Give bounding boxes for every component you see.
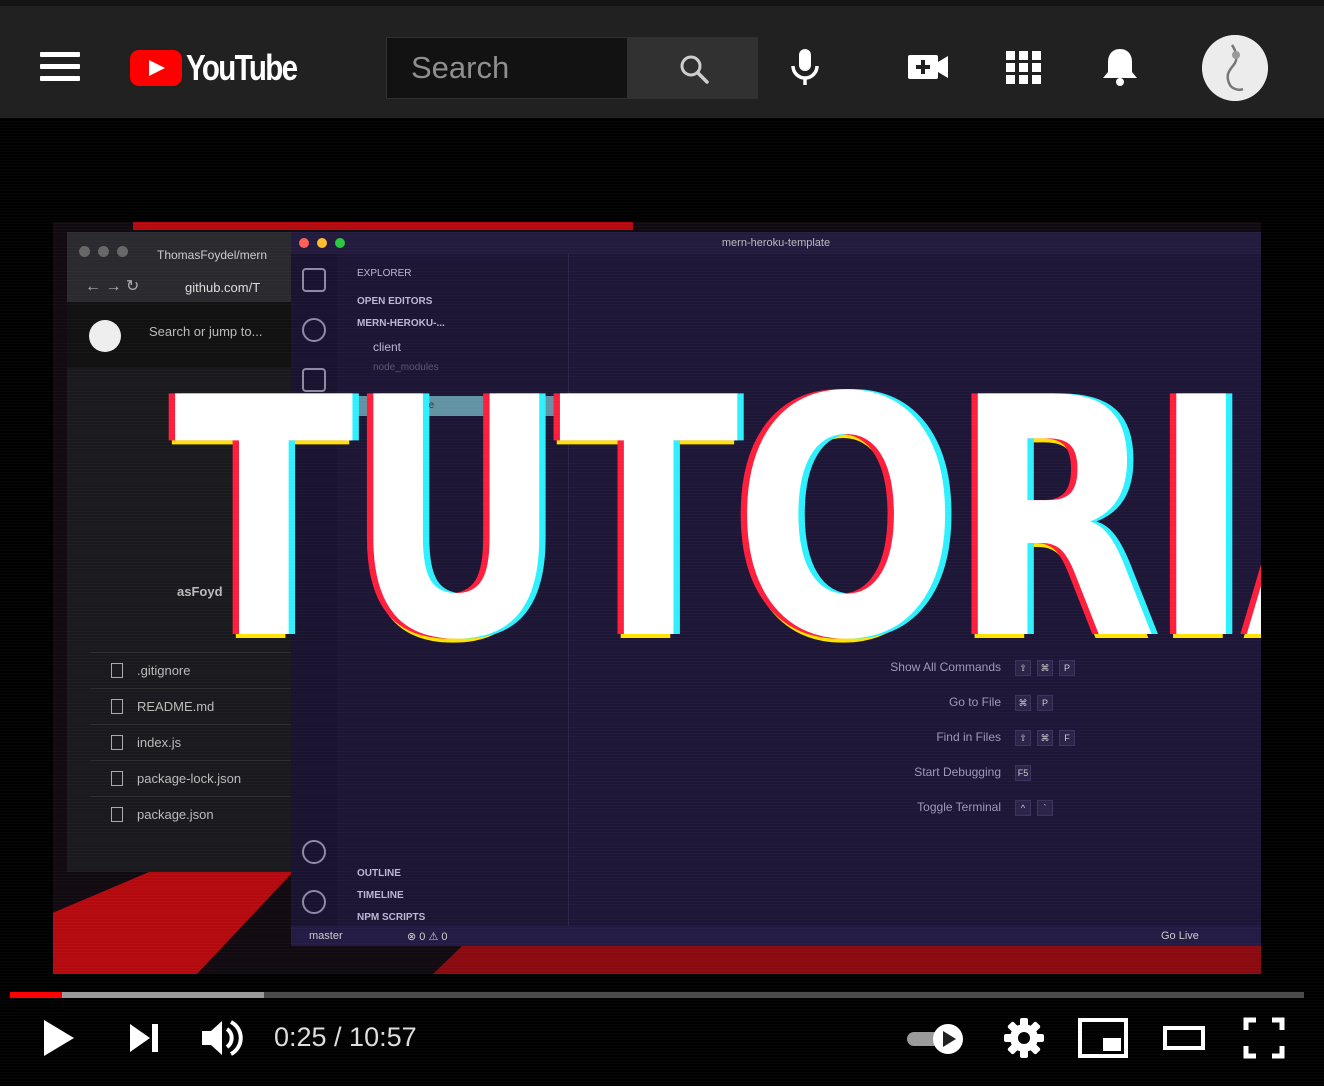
progress-bar[interactable] (10, 992, 1304, 998)
youtube-logo[interactable]: YouTube (130, 44, 321, 92)
account-icon (302, 840, 326, 864)
avatar-figure-icon (1202, 35, 1268, 101)
video-frame: ThomasFoydel/mern ← → ↻ github.com/T Sea… (53, 222, 1261, 974)
theater-mode-button[interactable] (1160, 1014, 1208, 1062)
shortcut-hint: Start Debugging F5 (914, 765, 1031, 781)
browser-url: github.com/T (185, 280, 261, 295)
autoplay-toggle[interactable] (904, 1014, 966, 1062)
search-box (386, 37, 628, 99)
miniplayer-icon (1078, 1018, 1128, 1058)
window-controls (79, 246, 128, 257)
git-branch: master (309, 930, 343, 942)
back-forward-icon: ← → ↻ (85, 278, 140, 295)
browser-tab-title: ThomasFoydel/mern (157, 248, 268, 262)
list-item: index.js (91, 724, 311, 760)
miniplayer-button[interactable] (1077, 1014, 1129, 1062)
time-display: 0:25 / 10:57 (274, 1022, 417, 1052)
skip-next-icon (130, 1024, 158, 1052)
autoplay-toggle-icon (907, 1024, 963, 1054)
next-button[interactable] (126, 1014, 166, 1062)
search-button[interactable] (628, 37, 758, 99)
logo-text: YouTube (186, 47, 298, 88)
red-accent-band (433, 942, 1261, 974)
create-video-icon (908, 55, 948, 79)
theater-mode-icon (1163, 1026, 1205, 1050)
red-accent-band (53, 872, 293, 974)
list-item: package-lock.json (91, 760, 311, 796)
avatar[interactable] (1202, 35, 1268, 101)
settings-gear-icon (302, 890, 326, 914)
shortcut-hint: Toggle Terminal ^ ` (917, 800, 1053, 816)
youtube-play-logo-icon (130, 50, 182, 86)
volume-button[interactable] (198, 1014, 246, 1062)
problems-count: ⊗ 0 ⚠ 0 (407, 931, 448, 943)
github-logo-icon (89, 320, 121, 352)
create-button[interactable] (905, 44, 951, 90)
browser-chrome: ThomasFoydel/mern ← → ↻ github.com/T (67, 232, 306, 302)
play-icon (44, 1020, 74, 1056)
volume-icon (202, 1020, 243, 1056)
menu-icon[interactable] (40, 52, 80, 82)
play-button[interactable] (40, 1014, 80, 1062)
tutorial-title-overlay: TUTORIAL (173, 328, 1261, 712)
npm-scripts-label: NPM SCRIPTS (357, 912, 426, 923)
open-editors-label: OPEN EDITORS (357, 296, 433, 307)
notifications-bell-icon (1103, 49, 1137, 86)
outline-label: OUTLINE (357, 868, 401, 879)
settings-button[interactable] (1000, 1014, 1048, 1062)
fullscreen-button[interactable] (1240, 1014, 1288, 1062)
progress-played (10, 992, 63, 998)
go-live-status: Go Live (1161, 930, 1199, 942)
list-item: package.json (91, 796, 311, 832)
red-accent-band (133, 222, 633, 230)
explorer-label: EXPLORER (357, 268, 412, 279)
editor-titlebar: mern-heroku-template (291, 232, 1261, 254)
editor-window-title: mern-heroku-template (721, 237, 831, 249)
video-player[interactable]: ThomasFoydel/mern ← → ↻ github.com/T Sea… (0, 118, 1324, 1086)
fullscreen-icon (1243, 1017, 1285, 1059)
apps-grid-icon (1006, 51, 1041, 84)
voice-search-button[interactable] (782, 44, 828, 90)
microphone-icon (791, 49, 819, 85)
explorer-icon (302, 268, 326, 292)
apps-button[interactable] (1001, 44, 1047, 90)
search-icon (680, 55, 709, 84)
editor-statusbar: master ⊗ 0 ⚠ 0 Go Live (291, 926, 1261, 946)
masthead: YouTube (0, 0, 1324, 118)
shortcut-hint: Find in Files ⇧ ⌘ F (936, 730, 1075, 746)
search-input[interactable] (387, 38, 627, 98)
timeline-label: TIMELINE (357, 890, 404, 901)
notifications-button[interactable] (1097, 44, 1143, 90)
settings-gear-icon (1004, 1018, 1044, 1058)
